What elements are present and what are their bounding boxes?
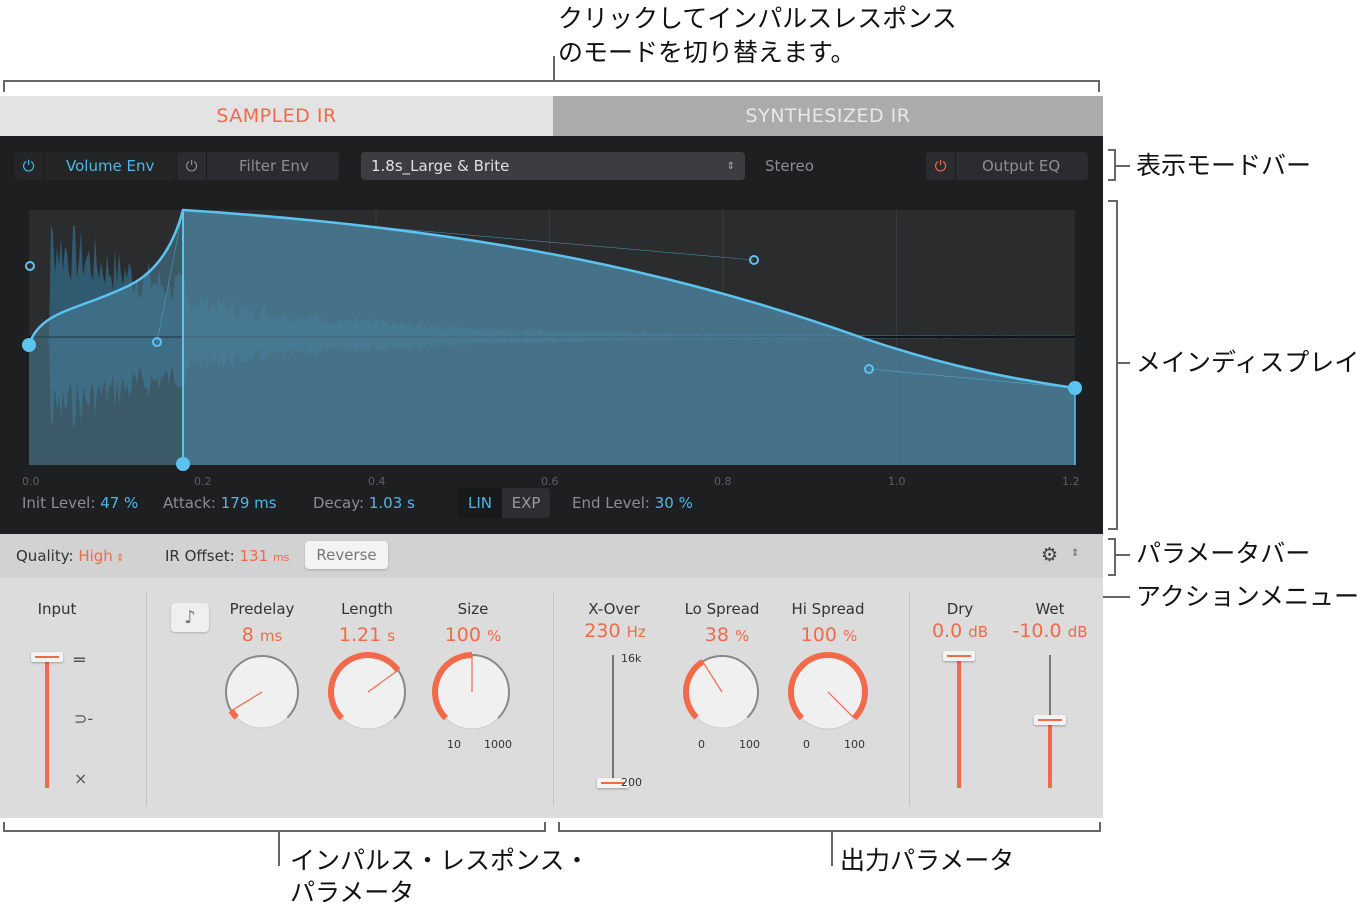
size-min: 10: [447, 738, 461, 751]
updown-chevron-icon: ⇕: [726, 160, 735, 172]
annotation-main-display: メインディスプレイ: [1136, 348, 1357, 377]
annotation-ir-params-2: パラメータ: [290, 878, 415, 907]
size-value: 100 %: [444, 624, 502, 646]
x-tick: 0.8: [714, 475, 732, 488]
power-icon[interactable]: ⏻: [14, 152, 44, 180]
length-label: Length: [341, 600, 393, 618]
input-slider-thumb[interactable]: [31, 652, 63, 662]
channel-label[interactable]: Stereo: [765, 157, 814, 175]
quality-label: Quality:: [16, 547, 74, 565]
end-level-value[interactable]: 30 %: [655, 494, 693, 512]
hi-spread-min: 0: [803, 738, 810, 751]
input-label: Input: [37, 600, 77, 618]
x-tick: 1.0: [888, 475, 906, 488]
xover-label: X-Over: [588, 600, 640, 618]
swap-input-icon[interactable]: ⨯: [74, 769, 87, 788]
wet-label: Wet: [1035, 600, 1065, 618]
xover-min: 200: [621, 776, 642, 789]
updown-chevron-icon[interactable]: ⇕: [1071, 548, 1079, 559]
size-label: Size: [457, 600, 489, 618]
init-level-value[interactable]: 47 %: [100, 494, 138, 512]
annotation-output-params: 出力パラメータ: [840, 846, 1015, 875]
x-tick: 0.6: [541, 475, 559, 488]
annotation-ir-params: インパルス・レスポンス・: [290, 846, 590, 875]
tab-sampled-ir[interactable]: SAMPLED IR: [0, 96, 553, 136]
ir-offset-value[interactable]: 131: [240, 547, 269, 565]
predelay-value: 8 ms: [241, 624, 283, 646]
power-icon[interactable]: ⏻: [177, 152, 207, 180]
gear-icon[interactable]: ⚙: [1041, 544, 1058, 566]
x-tick: 0.0: [22, 475, 40, 488]
updown-chevron-icon: ⇕: [112, 553, 125, 564]
wet-value: -10.0 dB: [1012, 620, 1088, 642]
length-value: 1.21 s: [338, 624, 396, 646]
tab-synthesized-ir[interactable]: SYNTHESIZED IR: [553, 96, 1103, 136]
annotation-param-bar: パラメータバー: [1136, 539, 1311, 568]
stereo-input-icon[interactable]: ═: [74, 650, 85, 671]
end-level-label: End Level:: [572, 494, 650, 512]
init-level-label: Init Level:: [22, 494, 96, 512]
attack-handle: [176, 457, 190, 471]
x-tick: 0.2: [194, 475, 212, 488]
sum-input-icon[interactable]: ⊃-: [74, 709, 93, 728]
hi-spread-max: 100: [844, 738, 865, 751]
attack-value[interactable]: 179 ms: [221, 494, 277, 512]
output-eq-label: Output EQ: [982, 157, 1061, 175]
xover-max: 16k: [621, 652, 642, 665]
parameter-bar: Quality: High ⇕ IR Offset: 131 ms Revers…: [0, 534, 1103, 578]
output-eq-button[interactable]: ⏻ Output EQ: [926, 152, 1088, 180]
lin-button[interactable]: LIN: [458, 488, 502, 518]
quality-menu[interactable]: High: [78, 547, 112, 565]
filter-env-button[interactable]: ⏻ Filter Env: [177, 152, 339, 180]
decay-value[interactable]: 1.03 s: [369, 494, 415, 512]
attack-label: Attack:: [163, 494, 216, 512]
input-slider[interactable]: [45, 657, 49, 788]
ir-preset-label: 1.8s_Large & Brite: [371, 157, 510, 175]
xover-slider[interactable]: [612, 655, 614, 783]
ir-preset-menu[interactable]: 1.8s_Large & Brite ⇕: [361, 152, 745, 180]
xover-value: 230 Hz: [584, 620, 646, 642]
ir-offset-unit: ms: [272, 551, 290, 564]
volume-env-label: Volume Env: [66, 157, 155, 175]
lo-spread-label: Lo Spread: [684, 600, 760, 618]
end-level-handle: [1068, 381, 1082, 395]
lo-spread-max: 100: [739, 738, 760, 751]
filter-env-label: Filter Env: [239, 157, 309, 175]
annotation-mode-2: のモードを切り替えます。: [558, 38, 856, 67]
predelay-label: Predelay: [229, 600, 295, 618]
size-max: 1000: [484, 738, 512, 751]
exp-button[interactable]: EXP: [502, 488, 550, 518]
reverse-button[interactable]: Reverse: [305, 541, 388, 569]
lo-spread-min: 0: [698, 738, 705, 751]
hi-spread-value: 100 %: [800, 624, 858, 646]
decay-label: Decay:: [313, 494, 365, 512]
wet-slider-thumb[interactable]: [1034, 714, 1066, 725]
power-icon[interactable]: ⏻: [926, 152, 956, 180]
annotation-mode: クリックしてインパルスレスポンス: [558, 4, 957, 33]
envelope-display[interactable]: [0, 200, 1100, 480]
x-tick: 1.2: [1062, 475, 1080, 488]
ir-offset-label: IR Offset:: [165, 547, 235, 565]
dry-slider-thumb[interactable]: [943, 651, 975, 661]
x-tick: 0.4: [368, 475, 386, 488]
annotation-action-menu: アクションメニュー: [1136, 582, 1357, 611]
volume-env-button[interactable]: ⏻ Volume Env: [14, 152, 176, 180]
hi-spread-label: Hi Spread: [791, 600, 865, 618]
init-level-handle: [22, 338, 36, 352]
annotation-view-bar: 表示モードバー: [1136, 151, 1312, 180]
